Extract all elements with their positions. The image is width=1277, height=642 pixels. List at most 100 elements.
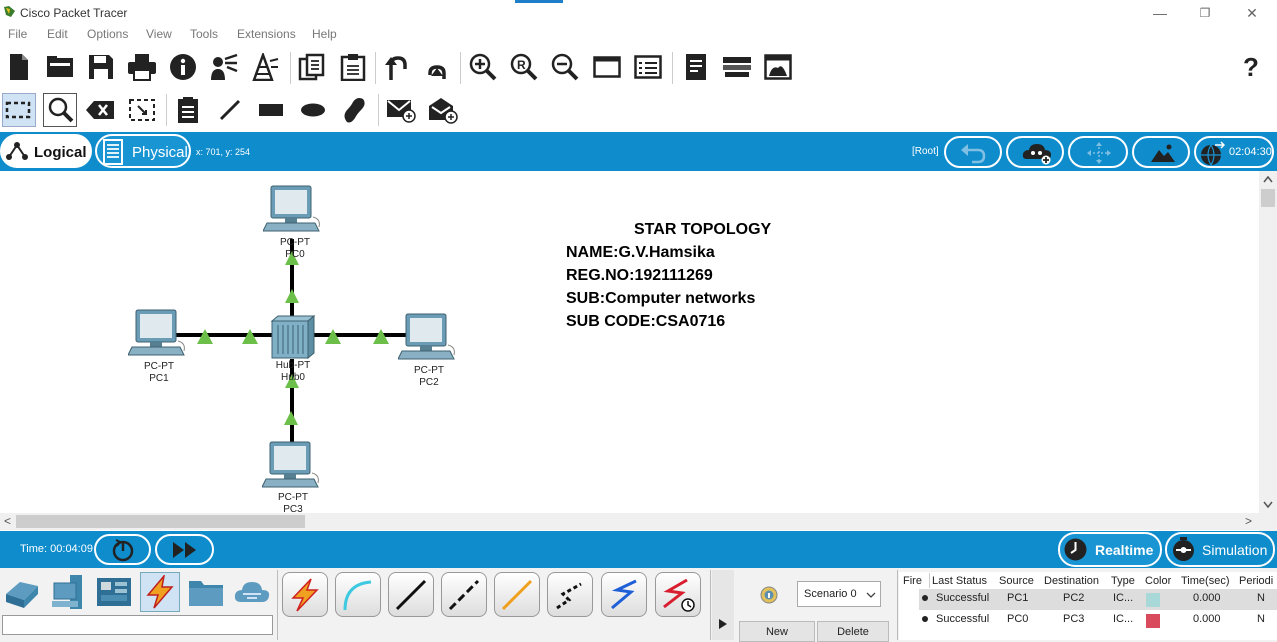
scroll-up-icon[interactable] [1263, 175, 1273, 183]
add-simple-pdu-icon[interactable] [385, 94, 417, 126]
menu-file[interactable]: File [8, 27, 27, 41]
components-icon[interactable] [94, 572, 134, 612]
scroll-right-icon[interactable]: > [1245, 514, 1252, 528]
add-complex-pdu-icon[interactable] [427, 94, 459, 126]
note-line[interactable]: SUB CODE:CSA0716 [566, 313, 725, 331]
new-scenario-button[interactable]: New [739, 621, 815, 642]
select-icon[interactable] [2, 93, 36, 127]
viewport-icon[interactable] [762, 51, 794, 83]
fiber-icon[interactable] [494, 572, 540, 617]
open-file-icon[interactable] [44, 51, 76, 83]
panel-expand-strip[interactable] [712, 570, 734, 640]
scenario-info-icon[interactable] [760, 586, 778, 604]
pc-icon[interactable] [263, 185, 325, 235]
set-background-button[interactable] [1132, 136, 1190, 168]
coaxial-cable-icon[interactable] [601, 572, 647, 617]
horizontal-scrollbar[interactable]: < > [0, 513, 1259, 530]
zoom-reset-icon[interactable]: R [508, 51, 540, 83]
network-info-icon[interactable] [249, 51, 281, 83]
copper-straight-through-icon[interactable] [388, 572, 434, 617]
help-icon[interactable]: ? [1243, 52, 1259, 83]
fire-indicator-icon[interactable] [922, 616, 928, 622]
logical-label: Logical [34, 144, 87, 161]
place-note-icon[interactable] [172, 94, 204, 126]
note-line[interactable]: REG.NO:192111269 [566, 267, 713, 285]
table-row[interactable]: Successful PC0 PC3 IC... 0.000 N [919, 610, 1277, 631]
paste-icon[interactable] [337, 51, 369, 83]
time-display: Time: 00:04:09 [20, 543, 93, 555]
custom-device-dialog-icon[interactable] [632, 51, 664, 83]
note-line[interactable]: SUB:Computer networks [566, 290, 755, 308]
notes-icon[interactable] [680, 51, 712, 83]
scroll-down-icon[interactable] [1263, 501, 1273, 509]
print-icon[interactable] [126, 51, 158, 83]
note-title[interactable]: STAR TOPOLOGY [634, 221, 771, 239]
save-icon[interactable] [85, 51, 117, 83]
new-cluster-button[interactable] [1006, 136, 1064, 168]
pc-icon[interactable] [262, 441, 324, 491]
end-devices-icon[interactable] [48, 572, 88, 612]
realtime-mode-button[interactable]: Realtime [1058, 532, 1162, 567]
info-icon[interactable] [167, 51, 199, 83]
logical-workspace[interactable]: PC-PT PC0 PC-PT PC1 PC-PT PC2 PC-PT PC3 … [0, 171, 1259, 513]
power-cycle-button[interactable] [94, 534, 151, 565]
new-file-icon[interactable] [3, 51, 35, 83]
menu-tools[interactable]: Tools [190, 27, 218, 41]
table-row[interactable]: Successful PC1 PC2 IC... 0.000 N [919, 589, 1277, 610]
close-button[interactable]: ✕ [1237, 3, 1267, 23]
draw-rectangle-icon[interactable] [255, 94, 287, 126]
multiuser-icon[interactable] [232, 572, 272, 612]
drawing-palette-icon[interactable] [591, 51, 623, 83]
menu-view[interactable]: View [146, 27, 172, 41]
connections-icon[interactable] [140, 572, 180, 612]
scroll-left-icon[interactable]: < [4, 514, 11, 528]
horizontal-scroll-thumb[interactable] [16, 515, 305, 528]
undo-icon[interactable] [380, 51, 412, 83]
move-object-button[interactable] [1068, 136, 1128, 168]
delete-icon[interactable] [84, 94, 116, 126]
phone-cable-icon[interactable] [547, 572, 593, 617]
copy-icon[interactable] [296, 51, 328, 83]
fire-indicator-icon[interactable] [922, 595, 928, 601]
back-button[interactable] [944, 136, 1002, 168]
note-line[interactable]: NAME:G.V.Hamsika [566, 244, 715, 262]
delete-scenario-button[interactable]: Delete [817, 621, 889, 642]
redo-icon[interactable] [421, 51, 453, 83]
copper-cross-over-icon[interactable] [441, 572, 487, 617]
menu-help[interactable]: Help [312, 27, 337, 41]
fast-forward-button[interactable] [155, 534, 214, 565]
expand-arrow-icon[interactable] [718, 618, 728, 630]
zoom-out-icon[interactable] [549, 51, 581, 83]
miscellaneous-icon[interactable] [186, 572, 226, 612]
inspect-icon[interactable] [43, 93, 77, 127]
pc-icon[interactable] [128, 309, 190, 359]
freeform-icon[interactable] [338, 94, 370, 126]
viewport-clock-button[interactable]: 02:04:30 [1194, 136, 1274, 168]
minimize-button[interactable]: — [1145, 3, 1175, 23]
pc3-name-label: PC3 [283, 504, 303, 513]
resize-icon[interactable] [126, 94, 158, 126]
draw-ellipse-icon[interactable] [297, 94, 329, 126]
serial-dce-icon[interactable] [655, 572, 701, 617]
automatic-connection-icon[interactable] [282, 572, 328, 617]
logical-view-button[interactable]: Logical [0, 134, 92, 168]
root-breadcrumb[interactable]: [Root] [912, 146, 939, 157]
scenario-select[interactable]: Scenario 0 [797, 581, 881, 607]
device-search-field[interactable] [2, 615, 273, 635]
activity-wizard-icon[interactable] [208, 51, 240, 83]
network-devices-icon[interactable] [2, 572, 42, 612]
physical-view-button[interactable]: Physical [95, 134, 191, 168]
menu-options[interactable]: Options [87, 27, 128, 41]
hub-icon[interactable] [268, 315, 318, 359]
zoom-in-icon[interactable] [467, 51, 499, 83]
pc-icon[interactable] [398, 313, 460, 363]
vertical-scrollbar[interactable] [1259, 171, 1277, 513]
vertical-scroll-thumb[interactable] [1261, 189, 1275, 207]
console-cable-icon[interactable] [335, 572, 381, 617]
menu-extensions[interactable]: Extensions [237, 27, 296, 41]
device-template-icon[interactable] [721, 51, 753, 83]
maximize-button[interactable]: ❐ [1190, 3, 1220, 23]
menu-edit[interactable]: Edit [47, 27, 68, 41]
draw-line-icon[interactable] [214, 94, 246, 126]
simulation-mode-button[interactable]: Simulation [1165, 532, 1275, 567]
